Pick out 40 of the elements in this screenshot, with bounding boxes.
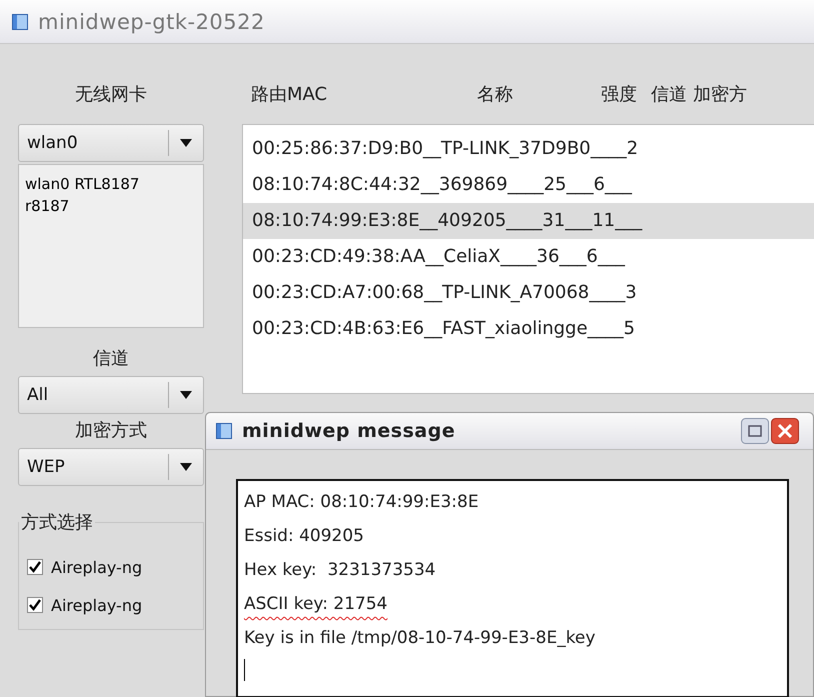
column-header[interactable]: 信道: [651, 80, 688, 110]
window-icon: [216, 423, 232, 439]
dropdown-arrow-icon: [180, 391, 192, 399]
window-title: minidwep-gtk-20522: [38, 10, 265, 34]
dropdown[interactable]: WEP: [18, 448, 204, 486]
checkbox-label: Aireplay-ng: [51, 596, 142, 614]
close-button[interactable]: [771, 418, 799, 444]
message-line: Essid: 409205: [244, 525, 364, 548]
adapter-info-text: r8187: [25, 196, 70, 217]
checkbox[interactable]: [27, 559, 43, 575]
adapter-info-text: wlan0 RTL8187: [25, 174, 140, 195]
column-header[interactable]: 路由MAC: [251, 80, 328, 110]
field-label: 信道: [92, 347, 130, 371]
dropdown-arrow-icon: [180, 463, 192, 471]
field-label: 无线网卡: [74, 83, 148, 107]
message-line: AP MAC: 08:10:74:99:E3:8E: [244, 491, 479, 514]
group-title: 方式选择: [20, 511, 94, 534]
dropdown-arrow-icon: [180, 139, 192, 147]
message-line: Hex key: 3231373534: [244, 559, 436, 582]
network-row[interactable]: 00:25:86:37:D9:B0__TP-LINK_37D9B0____2: [243, 131, 814, 167]
field-label: 加密方式: [74, 419, 148, 443]
network-row[interactable]: 00:23:CD:A7:00:68__TP-LINK_A70068____3: [243, 275, 814, 311]
column-header[interactable]: 加密方: [693, 80, 748, 110]
text-cursor: [244, 659, 245, 681]
message-line: Key is in file /tmp/08-10-74-99-E3-8E_key: [244, 627, 596, 650]
network-row[interactable]: 08:10:74:99:E3:8E__409205____31___11___: [243, 203, 814, 239]
dropdown[interactable]: wlan0: [18, 124, 204, 162]
column-header[interactable]: 名称: [477, 80, 514, 110]
window-icon: [12, 14, 28, 30]
checkbox[interactable]: [27, 597, 43, 613]
column-header[interactable]: 强度: [601, 80, 638, 110]
maximize-button[interactable]: [741, 418, 769, 444]
message-text-area[interactable]: AP MAC: 08:10:74:99:E3:8E Essid: 409205 Hex key: 3231373534 ASCII key: 21754 Key is in file /tmp/08-10-74-99-E3-8E_key: [236, 479, 789, 697]
dialog-title: minidwep message: [242, 420, 456, 442]
network-row[interactable]: 08:10:74:8C:44:32__369869____25___6___: [243, 167, 814, 203]
message-line: ASCII key: 21754: [244, 593, 388, 616]
network-row[interactable]: 00:23:CD:4B:63:E6__FAST_xiaolingge____5: [243, 311, 814, 347]
checkbox-label: Aireplay-ng: [51, 558, 142, 576]
dropdown[interactable]: All: [18, 376, 204, 414]
network-row[interactable]: 00:23:CD:49:38:AA__CeliaX____36___6___: [243, 239, 814, 275]
